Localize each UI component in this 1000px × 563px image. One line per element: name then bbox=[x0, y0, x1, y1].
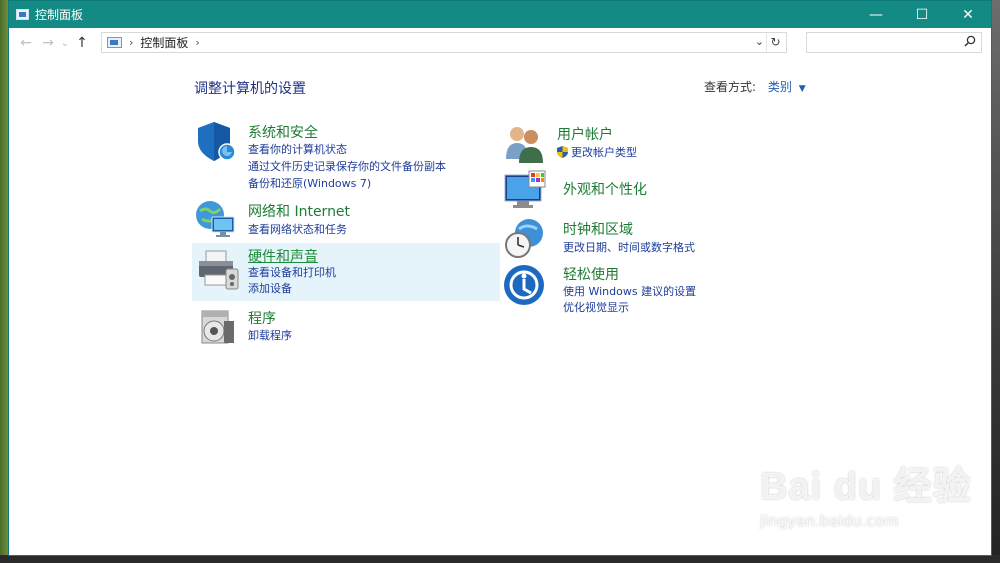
page-title: 调整计算机的设置 bbox=[194, 81, 306, 97]
forward-button[interactable]: → bbox=[37, 32, 59, 54]
baidu-jingyan-watermark: Bai du 经验 jingyan.baidu.com bbox=[760, 455, 980, 545]
category-link[interactable]: 使用 Windows 建议的设置 bbox=[563, 283, 696, 299]
category-network-internet: 网络和 Internet 查看网络状态和任务 bbox=[194, 197, 494, 241]
view-by-label: 查看方式: bbox=[704, 80, 757, 94]
search-input[interactable] bbox=[811, 35, 961, 54]
watermark-url: jingyan.baidu.com bbox=[760, 512, 899, 530]
category-title[interactable]: 轻松使用 bbox=[563, 264, 619, 284]
chevron-down-icon[interactable]: ▼ bbox=[799, 84, 806, 94]
control-panel-crumb-icon bbox=[107, 37, 122, 48]
category-title[interactable]: 外观和个性化 bbox=[563, 179, 647, 199]
address-dropdown-button[interactable]: ⌄ bbox=[755, 35, 764, 48]
category-user-accounts: 用户帐户 更改帐户类型 bbox=[503, 121, 803, 165]
breadcrumb-separator[interactable]: › bbox=[129, 36, 133, 49]
category-system-security: 系统和安全 查看你的计算机状态 通过文件历史记录保存你的文件备份副本 备份和还原… bbox=[194, 119, 494, 191]
up-button[interactable]: ↑ bbox=[71, 32, 93, 54]
category-hardware-sound[interactable]: 硬件和声音 查看设备和打印机 添加设备 bbox=[192, 243, 500, 301]
maximize-button[interactable]: ☐ bbox=[899, 1, 945, 28]
category-link[interactable]: 添加设备 bbox=[248, 280, 292, 296]
category-title[interactable]: 系统和安全 bbox=[248, 122, 318, 142]
breadcrumb-control-panel[interactable]: 控制面板 bbox=[140, 34, 188, 51]
close-button[interactable]: ✕ bbox=[945, 1, 991, 28]
breadcrumb-separator-end[interactable]: › bbox=[195, 36, 199, 49]
printer-icon[interactable] bbox=[196, 247, 240, 291]
monitor-palette-icon[interactable] bbox=[503, 169, 547, 213]
view-by-dropdown[interactable]: 类别 bbox=[768, 80, 792, 94]
search-icon[interactable] bbox=[964, 35, 976, 50]
address-toolbar: ← → ⌄ ↑ › 控制面板 › ⌄ ↻ bbox=[9, 28, 991, 58]
category-link[interactable]: 更改日期、时间或数字格式 bbox=[563, 239, 695, 255]
category-programs: 程序 卸载程序 bbox=[194, 305, 494, 349]
category-title[interactable]: 程序 bbox=[248, 308, 276, 328]
category-link[interactable]: 更改帐户类型 bbox=[571, 144, 637, 160]
category-link[interactable]: 优化视觉显示 bbox=[563, 299, 629, 315]
shield-icon[interactable] bbox=[194, 119, 238, 163]
programs-disc-icon[interactable] bbox=[194, 305, 238, 349]
taskbar-edge bbox=[0, 555, 1000, 563]
clock-globe-icon[interactable] bbox=[503, 217, 547, 261]
category-ease-of-access: 轻松使用 使用 Windows 建议的设置 优化视觉显示 bbox=[503, 263, 803, 315]
category-link[interactable]: 通过文件历史记录保存你的文件备份副本 bbox=[248, 158, 446, 174]
back-button[interactable]: ← bbox=[15, 32, 37, 54]
category-title[interactable]: 硬件和声音 bbox=[248, 246, 318, 266]
address-bar[interactable]: › 控制面板 › ⌄ ↻ bbox=[101, 32, 787, 53]
window-title: 控制面板 bbox=[35, 8, 84, 22]
category-link[interactable]: 备份和还原(Windows 7) bbox=[248, 175, 371, 191]
network-globe-icon[interactable] bbox=[194, 197, 238, 241]
category-link[interactable]: 卸载程序 bbox=[248, 327, 292, 343]
control-panel-icon bbox=[16, 9, 29, 20]
view-by: 查看方式: 类别 ▼ bbox=[704, 78, 806, 95]
search-box[interactable] bbox=[806, 32, 982, 54]
category-title[interactable]: 时钟和区域 bbox=[563, 219, 633, 239]
recent-locations-button[interactable]: ⌄ bbox=[59, 32, 71, 54]
ease-of-access-icon[interactable] bbox=[503, 263, 547, 307]
minimize-button[interactable]: — bbox=[853, 1, 899, 28]
category-title[interactable]: 网络和 Internet bbox=[248, 201, 350, 221]
title-bar[interactable]: 控制面板 — ☐ ✕ bbox=[9, 1, 991, 28]
category-title[interactable]: 用户帐户 bbox=[557, 124, 613, 144]
window-controls: — ☐ ✕ bbox=[853, 1, 991, 28]
users-icon[interactable] bbox=[503, 121, 547, 165]
category-clock-region: 时钟和区域 更改日期、时间或数字格式 bbox=[503, 217, 803, 261]
watermark-brand: Bai du 经验 bbox=[760, 466, 972, 508]
uac-shield-icon bbox=[557, 143, 568, 162]
category-link[interactable]: 查看网络状态和任务 bbox=[248, 221, 347, 237]
category-link[interactable]: 查看你的计算机状态 bbox=[248, 141, 347, 157]
refresh-button[interactable]: ↻ bbox=[766, 33, 784, 52]
category-appearance: 外观和个性化 bbox=[503, 169, 803, 213]
category-link[interactable]: 查看设备和打印机 bbox=[248, 264, 336, 280]
